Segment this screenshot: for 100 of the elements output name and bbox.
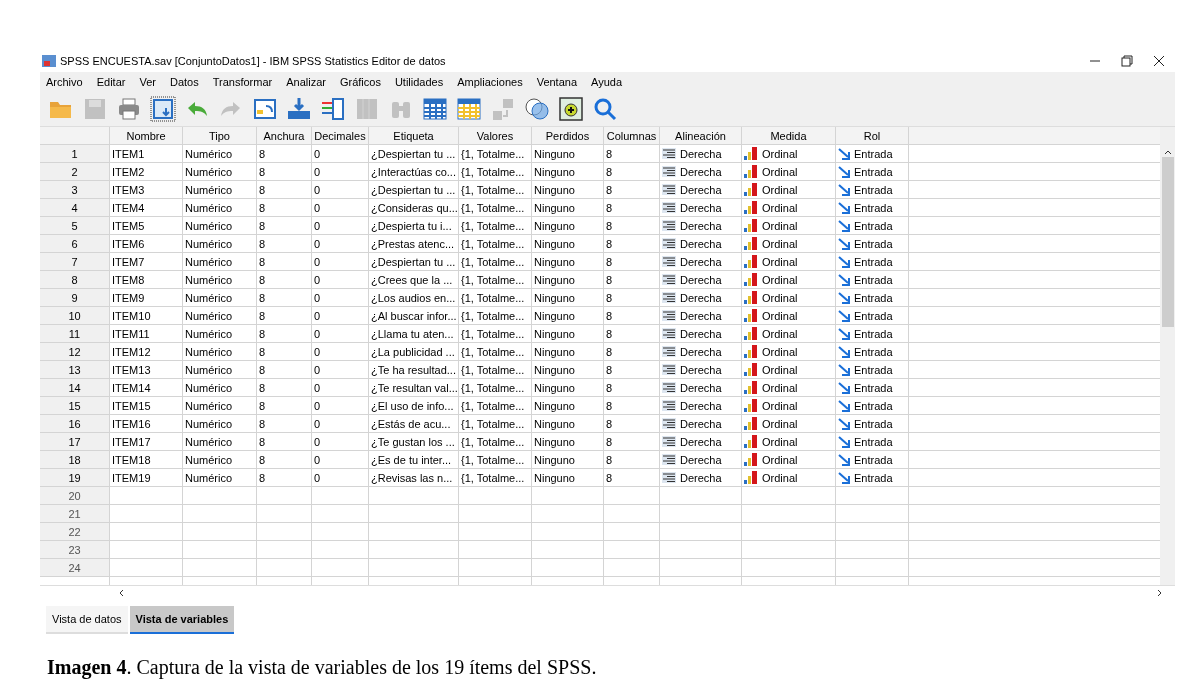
- table-cell: 0: [312, 415, 369, 433]
- scroll-right-icon[interactable]: [1157, 589, 1163, 597]
- column-header[interactable]: Rol: [836, 127, 909, 145]
- align-right-icon: [662, 238, 676, 249]
- table-cell: [257, 523, 312, 541]
- column-header[interactable]: Nombre: [110, 127, 183, 145]
- table-cell: 8: [257, 451, 312, 469]
- table-cell: Ordinal: [742, 397, 836, 415]
- row-number: 13: [40, 361, 110, 379]
- table-cell: Ninguno: [532, 415, 604, 433]
- table-cell: Numérico: [183, 181, 257, 199]
- column-header[interactable]: Tipo: [183, 127, 257, 145]
- row-number: 5: [40, 217, 110, 235]
- table-cell: Ordinal: [742, 379, 836, 397]
- scroll-thumb[interactable]: [1161, 157, 1174, 327]
- column-header[interactable]: Medida: [742, 127, 836, 145]
- align-right-icon: [662, 472, 676, 483]
- menu-item[interactable]: Editar: [90, 76, 134, 88]
- toolbar-button[interactable]: [558, 96, 584, 122]
- table-cell: Derecha: [660, 415, 742, 433]
- table-cell: Entrada: [836, 145, 909, 163]
- scroll-up-icon[interactable]: [1163, 149, 1172, 155]
- scroll-left-icon[interactable]: [118, 589, 124, 597]
- table-cell: 8: [257, 379, 312, 397]
- column-header[interactable]: Anchura: [257, 127, 312, 145]
- close-icon[interactable]: [1153, 55, 1165, 67]
- table-cell: Entrada: [836, 235, 909, 253]
- table-cell: ¿Llama tu aten...: [369, 325, 459, 343]
- table-cell: 0: [312, 145, 369, 163]
- row-number: 21: [40, 505, 110, 523]
- table-cell: Derecha: [660, 199, 742, 217]
- align-right-icon: [662, 400, 676, 411]
- bar-chart-icon: [744, 183, 758, 196]
- circles-icon: [524, 96, 550, 122]
- view-tab[interactable]: Vista de datos: [46, 606, 128, 634]
- table-cell: 0: [312, 235, 369, 253]
- app-icon: [42, 55, 56, 67]
- menu-item[interactable]: Archivo: [40, 76, 91, 88]
- table-cell: ¿Despiertan tu ...: [369, 253, 459, 271]
- menu-item[interactable]: Datos: [163, 76, 207, 88]
- table-cell: Numérico: [183, 397, 257, 415]
- row-number: 9: [40, 289, 110, 307]
- table-cell: 0: [312, 199, 369, 217]
- arrow-icon: [838, 219, 850, 232]
- column-header[interactable]: Alineación: [660, 127, 742, 145]
- table-cell: Derecha: [660, 271, 742, 289]
- restore-icon[interactable]: [1121, 55, 1133, 67]
- menu-item[interactable]: Analizar: [280, 76, 334, 88]
- table-cell: ¿Despiertan tu ...: [369, 145, 459, 163]
- bar-chart-icon: [744, 417, 758, 430]
- table-cell: {1, Totalme...: [459, 451, 532, 469]
- table-cell: Entrada: [836, 307, 909, 325]
- bar-chart-icon: [744, 381, 758, 394]
- table-cell: 8: [257, 433, 312, 451]
- bar-chart-icon: [744, 255, 758, 268]
- row-number: 8: [40, 271, 110, 289]
- arrow-icon: [838, 237, 850, 250]
- table-cell: [532, 559, 604, 577]
- table-cell: Ordinal: [742, 325, 836, 343]
- column-header[interactable]: Decimales: [312, 127, 369, 145]
- table-cell: Entrada: [836, 343, 909, 361]
- table-cell: Ninguno: [532, 361, 604, 379]
- column-header[interactable]: Columnas: [604, 127, 660, 145]
- bar-chart-icon: [744, 147, 758, 160]
- menu-item[interactable]: Gráficos: [333, 76, 389, 88]
- menu-item[interactable]: Ventana: [530, 76, 586, 88]
- table-cell: 8: [604, 235, 660, 253]
- menu-item[interactable]: Utilidades: [388, 76, 452, 88]
- column-header[interactable]: Valores: [459, 127, 532, 145]
- row-number: 6: [40, 235, 110, 253]
- table-cell: Derecha: [660, 343, 742, 361]
- arrow-icon: [838, 201, 850, 214]
- arrow-icon: [838, 453, 850, 466]
- table-cell: ITEM15: [110, 397, 183, 415]
- arrow-icon: [838, 165, 850, 178]
- align-right-icon: [662, 220, 676, 231]
- corner-cell[interactable]: [40, 127, 110, 145]
- table-cell: 8: [604, 433, 660, 451]
- menu-item[interactable]: Transformar: [206, 76, 281, 88]
- table-cell: 0: [312, 271, 369, 289]
- column-header[interactable]: Etiqueta: [369, 127, 459, 145]
- table-cell: Numérico: [183, 163, 257, 181]
- row-number: 1: [40, 145, 110, 163]
- arrow-icon: [838, 471, 850, 484]
- table-cell: ITEM4: [110, 199, 183, 217]
- table-cell: Numérico: [183, 361, 257, 379]
- menu-item[interactable]: Ver: [133, 76, 164, 88]
- menu-item[interactable]: Ampliaciones: [451, 76, 531, 88]
- table-cell: Numérico: [183, 289, 257, 307]
- table-cell: {1, Totalme...: [459, 307, 532, 325]
- bar-chart-icon: [744, 471, 758, 484]
- menu-item[interactable]: Ayuda: [585, 76, 631, 88]
- table-cell: {1, Totalme...: [459, 181, 532, 199]
- table-cell: Ordinal: [742, 343, 836, 361]
- column-header[interactable]: Perdidos: [532, 127, 604, 145]
- table-cell: Derecha: [660, 361, 742, 379]
- bar-chart-icon: [744, 219, 758, 232]
- table-cell: {1, Totalme...: [459, 469, 532, 487]
- view-tab[interactable]: Vista de variables: [129, 606, 235, 634]
- table-cell: 8: [604, 325, 660, 343]
